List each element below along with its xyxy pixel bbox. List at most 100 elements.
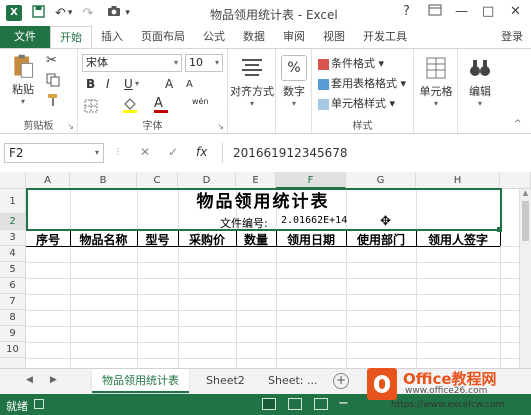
row-header-9[interactable]: 9 [0,326,26,342]
row-header-2[interactable]: 2 [0,214,26,230]
number-format-button[interactable]: % 数字 ▾ [276,55,312,108]
macro-record-icon[interactable] [34,399,44,409]
paste-icon [14,54,33,78]
column-label-index[interactable]: 序号 [26,231,70,248]
column-label-department[interactable]: 使用部门 [346,231,416,248]
worksheet-grid[interactable]: A B C D E F G H 1 2 3 4 5 6 7 8 9 10 物品领… [0,172,531,368]
italic-button[interactable]: I [106,77,110,91]
row-header-8[interactable]: 8 [0,310,26,326]
sheet-tab-sheet2[interactable]: Sheet2 [196,369,255,393]
redo-icon[interactable]: ↷ [82,6,93,21]
clipboard-launcher-icon[interactable]: ↘ [67,122,74,131]
watermark-logo: Office教程网 www.office26.com https://www.e… [365,362,531,410]
fill-color-icon[interactable] [122,97,138,116]
column-label-model[interactable]: 型号 [137,231,178,248]
sheet-tab-sheet3[interactable]: Sheet: ... [258,369,328,393]
phonetic-button[interactable]: wén [192,97,209,106]
help-icon[interactable]: ? [403,4,410,19]
column-label-signature[interactable]: 领用人签字 [416,231,500,248]
undo-icon[interactable]: ↶ [55,6,66,21]
column-label-price[interactable]: 采购价 [178,231,236,248]
next-sheet-icon[interactable]: ▶ [50,375,57,385]
tab-file[interactable]: 文件 [0,26,50,48]
name-box[interactable]: F2 ▾ [4,143,104,163]
insert-function-icon[interactable]: fx [196,145,207,159]
tab-data[interactable]: 数据 [234,26,274,48]
close-icon[interactable]: ✕ [510,4,521,19]
row-header-4[interactable]: 4 [0,246,26,262]
shrink-font-button[interactable]: A [186,79,193,90]
normal-view-icon[interactable] [262,398,276,410]
collapse-ribbon-icon[interactable]: ^ [514,119,522,129]
format-painter-icon[interactable] [46,93,60,110]
scroll-thumb[interactable] [522,201,529,241]
cancel-icon[interactable]: ✕ [140,145,150,159]
paste-button[interactable]: 粘贴 ▾ [8,53,38,106]
column-header-c[interactable]: C [137,172,178,189]
underline-dropdown-icon[interactable]: ▾ [135,79,139,88]
column-header-f[interactable]: F [276,172,346,189]
column-header-d[interactable]: D [178,172,236,189]
column-header-a[interactable]: A [26,172,70,189]
page-break-view-icon[interactable] [314,398,328,410]
row-header-5[interactable]: 5 [0,262,26,278]
prev-sheet-icon[interactable]: ◀ [26,375,33,385]
column-header-b[interactable]: B [70,172,137,189]
save-icon[interactable] [32,4,45,22]
border-icon[interactable] [84,99,98,116]
sign-in-link[interactable]: 登录 [501,26,531,48]
conditional-format-button[interactable]: 条件格式 ▾ [318,55,384,71]
font-size-select[interactable]: 10 ▾ [185,54,223,72]
tab-view[interactable]: 视图 [314,26,354,48]
customize-qat-icon[interactable]: ▾ [125,8,130,18]
minimize-icon[interactable]: — [455,4,468,19]
tab-developer[interactable]: 开发工具 [354,26,416,48]
page-layout-view-icon[interactable] [288,398,302,410]
cells-button[interactable]: 单元格 ▾ [414,55,458,108]
column-header-g[interactable]: G [346,172,416,189]
font-launcher-icon[interactable]: ↘ [217,122,224,131]
qat-more-icon[interactable]: ▾ [68,8,73,18]
tab-formulas[interactable]: 公式 [194,26,234,48]
gridline [26,358,531,359]
camera-icon[interactable] [107,5,121,21]
column-label-quantity[interactable]: 数量 [236,231,276,248]
font-name-select[interactable]: 宋体 ▾ [82,54,182,72]
editing-button[interactable]: 编辑 ▾ [458,55,502,108]
select-all-button[interactable] [0,172,26,189]
cut-icon[interactable]: ✂ [46,53,57,68]
zoom-out-icon[interactable]: − [338,396,349,411]
grow-font-button[interactable]: A [165,77,173,91]
row-header-7[interactable]: 7 [0,294,26,310]
ribbon-display-icon[interactable] [428,4,442,20]
tab-home[interactable]: 开始 [50,26,92,48]
format-as-table-button[interactable]: 套用表格格式 ▾ [318,75,406,91]
row-header-1[interactable]: 1 [0,189,26,214]
formula-bar-grip-icon[interactable]: ⋮ [114,147,122,156]
confirm-icon[interactable]: ✓ [168,145,178,159]
alignment-button[interactable]: 对齐方式 ▾ [228,55,276,108]
vertical-scrollbar[interactable]: ▲ [519,189,531,368]
row-header-6[interactable]: 6 [0,278,26,294]
column-label-date[interactable]: 领用日期 [276,231,346,248]
bold-button[interactable]: B [86,77,95,91]
sheet-tab-stats[interactable]: 物品领用统计表 [92,369,189,393]
tab-page-layout[interactable]: 页面布局 [132,26,194,48]
cell-styles-label: 单元格样式 [331,97,386,110]
tab-review[interactable]: 审阅 [274,26,314,48]
font-color-icon[interactable]: A [154,96,168,113]
maximize-icon[interactable]: □ [482,4,494,19]
column-label-item-name[interactable]: 物品名称 [70,231,137,248]
format-as-table-label: 套用表格格式 [331,77,397,90]
row-header-3[interactable]: 3 [0,230,26,246]
scroll-up-icon[interactable]: ▲ [520,189,531,197]
underline-button[interactable]: U [124,77,133,91]
formula-input[interactable]: 201661912345678 [222,143,527,163]
row-header-10[interactable]: 10 [0,342,26,358]
copy-icon[interactable] [46,73,60,90]
column-header-h[interactable]: H [416,172,500,189]
column-header-e[interactable]: E [236,172,276,189]
add-sheet-button[interactable]: + [333,373,349,389]
tab-insert[interactable]: 插入 [92,26,132,48]
cell-styles-button[interactable]: 单元格样式 ▾ [318,95,395,111]
